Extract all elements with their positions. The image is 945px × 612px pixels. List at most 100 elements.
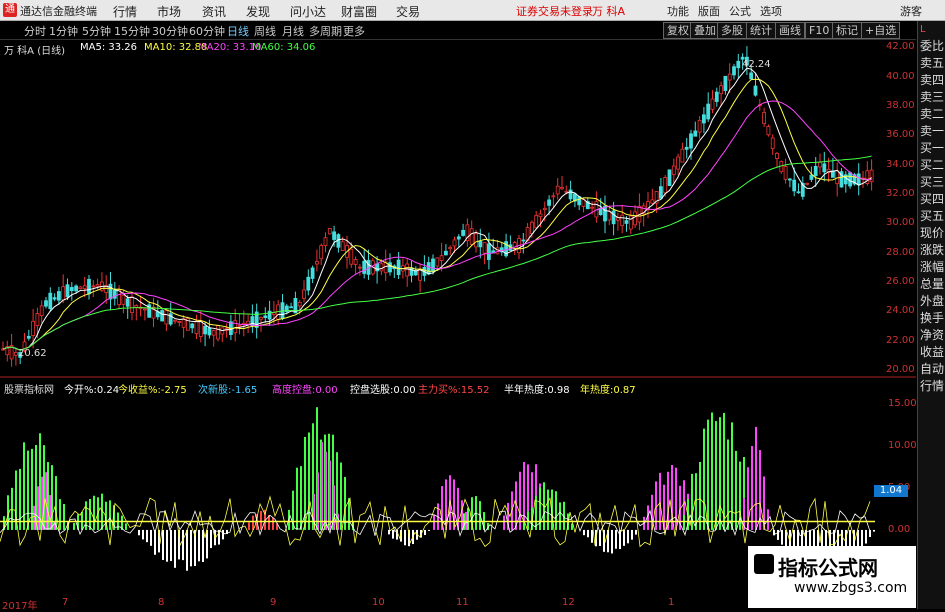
candle — [69, 282, 74, 301]
candle — [805, 182, 809, 186]
period-30min[interactable]: 30分钟 — [152, 23, 188, 39]
btn-zixuan[interactable]: +自选 — [861, 22, 901, 39]
panel-item-17[interactable]: 净资 — [920, 328, 945, 342]
panel-item-5[interactable]: 卖一 — [920, 124, 945, 138]
candle — [61, 274, 66, 304]
menu-caifuquan[interactable]: 财富圈 — [341, 3, 377, 20]
period-weekly[interactable]: 周线 — [254, 23, 276, 39]
panel-item-8[interactable]: 买三 — [920, 175, 945, 189]
panel-item-3[interactable]: 卖三 — [920, 90, 945, 104]
panel-item-15[interactable]: 外盘 — [920, 294, 945, 308]
indicator-item-value: 0.00 — [393, 385, 416, 396]
candle — [684, 137, 689, 159]
candle — [568, 180, 573, 202]
period-daily[interactable]: 日线 — [227, 23, 249, 39]
menu-shichang[interactable]: 市场 — [157, 3, 181, 20]
menu-wenxiaoda[interactable]: 问小达 — [290, 3, 326, 20]
btn-diejia[interactable]: 叠加 — [690, 22, 720, 39]
candle — [130, 292, 134, 321]
btn-duogu[interactable]: 多股 — [717, 22, 747, 39]
panel-item-4[interactable]: 卖二 — [920, 107, 945, 121]
indicator-y-tick: 0.00 — [888, 523, 911, 535]
candle — [865, 161, 870, 186]
candle — [426, 256, 431, 276]
candle — [125, 295, 130, 319]
candle — [396, 251, 401, 280]
panel-item-10[interactable]: 买五 — [920, 209, 945, 223]
panel-item-11[interactable]: 现价 — [920, 226, 945, 240]
period-1min[interactable]: 1分钟 — [49, 23, 78, 39]
panel-item-20[interactable]: 行情 — [920, 379, 945, 393]
candle — [753, 72, 758, 97]
candle — [796, 183, 801, 194]
quote-side-panel: L 委比 卖五 卖四 卖三 卖二 卖一 买一 买二 买三 买四 买五 现价 涨跌 涨幅 总量 外盘 换手 净资 收益… — [917, 21, 945, 609]
menu-faxian[interactable]: 发现 — [246, 3, 270, 20]
panel-item-19[interactable]: 自动 — [920, 362, 945, 376]
candle — [581, 199, 586, 213]
guest-label[interactable]: 游客 — [900, 3, 922, 19]
panel-item-0[interactable]: 委比 — [920, 39, 945, 53]
candle — [702, 107, 706, 134]
panel-item-16[interactable]: 换手 — [920, 311, 945, 325]
panel-item-2[interactable]: 卖四 — [920, 73, 945, 87]
candle — [671, 158, 676, 183]
ma5-label: MA5: 33.26 — [80, 42, 138, 53]
indicator-item-value: -2.75 — [160, 385, 187, 396]
period-15min[interactable]: 15分钟 — [114, 23, 150, 39]
menu-banmian[interactable]: 版面 — [698, 3, 720, 19]
date-label: 7 — [62, 597, 69, 608]
panel-item-7[interactable]: 买二 — [920, 158, 945, 172]
panel-item-14[interactable]: 总量 — [920, 277, 945, 291]
candle — [594, 191, 599, 223]
menu-gongneng[interactable]: 功能 — [667, 3, 689, 19]
menu-gongshi[interactable]: 公式 — [729, 3, 751, 19]
candle — [181, 314, 186, 338]
menu-xuanxiang[interactable]: 选项 — [760, 3, 782, 19]
candle — [48, 287, 53, 312]
candlestick-chart[interactable] — [0, 40, 916, 378]
candle — [112, 281, 117, 306]
login-notice[interactable]: 证券交易未登录 — [516, 3, 593, 19]
y-tick-label: 36.00 — [886, 129, 915, 141]
btn-huaxian[interactable]: 画线 — [775, 22, 805, 39]
period-multi[interactable]: 多周期 — [309, 23, 342, 39]
candle — [856, 163, 861, 196]
panel-item-6[interactable]: 买一 — [920, 141, 945, 155]
candle — [680, 142, 685, 163]
candle — [173, 319, 177, 325]
btn-biaoji[interactable]: 标记 — [832, 22, 862, 39]
menu-zixun[interactable]: 资讯 — [202, 3, 226, 20]
panel-item-13[interactable]: 涨幅 — [920, 260, 945, 274]
period-60min[interactable]: 60分钟 — [189, 23, 225, 39]
indicator-item-label: 半年热度: — [504, 385, 548, 396]
candle — [82, 276, 87, 298]
panel-item-1[interactable]: 卖五 — [920, 56, 945, 70]
candle — [164, 310, 169, 332]
indicator-item-value: -1.65 — [231, 385, 258, 396]
period-5min[interactable]: 5分钟 — [82, 23, 111, 39]
indicator-item-4: 控盘选股:0.00 — [350, 381, 416, 396]
candle — [177, 320, 182, 327]
watermark-title: 指标公式网 — [778, 556, 878, 580]
period-more[interactable]: 更多 — [343, 23, 365, 39]
candle — [843, 171, 848, 193]
period-monthly[interactable]: 月线 — [282, 23, 304, 39]
menu-hangqing[interactable]: 行情 — [113, 3, 137, 20]
btn-fuquan[interactable]: 复权 — [663, 22, 693, 39]
btn-tongji[interactable]: 统计 — [746, 22, 776, 39]
period-fenshi[interactable]: 分时 — [24, 23, 46, 39]
app-logo-icon: 通 — [3, 3, 17, 17]
candle — [362, 248, 367, 279]
indicator-item-0: 今开%:0.24 — [64, 381, 119, 396]
panel-item-9[interactable]: 买四 — [920, 192, 945, 206]
menu-jiaoyi[interactable]: 交易 — [396, 3, 420, 20]
btn-f10[interactable]: F10 — [805, 22, 834, 39]
candle — [327, 228, 332, 235]
candle — [263, 307, 268, 323]
panel-item-12[interactable]: 涨跌 — [920, 243, 945, 257]
panel-item-18[interactable]: 收益 — [920, 345, 945, 359]
y-tick-label: 20.00 — [886, 364, 915, 375]
candle — [710, 90, 715, 114]
candle — [13, 348, 18, 366]
indicator-item-label: 年热度: — [580, 385, 614, 396]
